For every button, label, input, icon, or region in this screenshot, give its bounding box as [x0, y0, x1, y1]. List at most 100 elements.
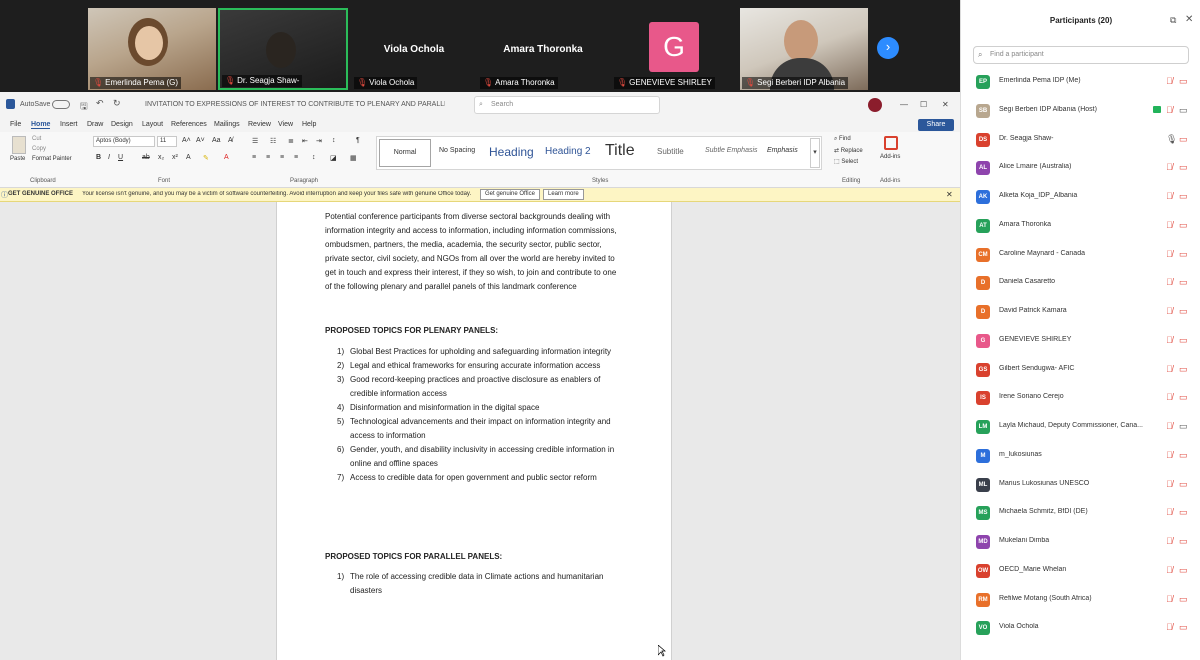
mic-muted-icon[interactable]: 🎙̸: [1166, 364, 1173, 374]
style-emphasis[interactable]: Emphasis: [767, 147, 798, 154]
mic-muted-icon[interactable]: 🎙̸: [1166, 479, 1173, 489]
popout-icon[interactable]: ⧉: [1170, 15, 1176, 26]
change-case-icon[interactable]: Aa: [212, 137, 221, 144]
underline-icon[interactable]: U: [118, 154, 123, 161]
next-page-button[interactable]: ›: [877, 37, 899, 59]
autosave-toggle[interactable]: AutoSave: [20, 101, 50, 108]
camera-off-icon[interactable]: ▭: [1179, 507, 1188, 518]
camera-off-icon[interactable]: ▭: [1179, 277, 1188, 288]
text-effects-icon[interactable]: A: [186, 154, 191, 161]
camera-off-icon[interactable]: ▭: [1179, 335, 1188, 346]
camera-off-icon[interactable]: ▭: [1179, 134, 1188, 145]
mic-muted-icon[interactable]: 🎙̸: [1166, 507, 1173, 517]
menu-references[interactable]: References: [171, 121, 207, 128]
camera-off-icon[interactable]: ▭: [1179, 220, 1188, 231]
paste-icon[interactable]: [12, 136, 26, 154]
font-name-select[interactable]: Aptos (Body): [93, 136, 155, 147]
video-tile-2[interactable]: 🎙 Dr. Seagja Shaw-: [218, 8, 348, 90]
paste-button[interactable]: Paste: [10, 156, 25, 162]
increase-indent-icon[interactable]: ⇥: [316, 137, 322, 145]
mic-muted-icon[interactable]: 🎙̸: [1166, 220, 1173, 230]
participant-row[interactable]: RM Refilwe Motang (South Africa) 🎙̸ ▭: [961, 586, 1200, 615]
align-left-icon[interactable]: ≡: [252, 154, 256, 161]
addins-button[interactable]: Add-ins: [880, 154, 900, 160]
strikethrough-icon[interactable]: ab: [142, 154, 150, 161]
video-tile-1[interactable]: 🎙 Emerlinda Pema (G): [88, 8, 216, 90]
participant-row[interactable]: GS Gilbert Sendugwa- AFIC 🎙̸ ▭: [961, 356, 1200, 385]
highlight-icon[interactable]: ✎: [203, 154, 209, 162]
close-icon[interactable]: ✕: [946, 190, 953, 199]
camera-off-icon[interactable]: ▭: [1179, 565, 1188, 576]
participant-row[interactable]: ML Marius Lukosiunas UNESCO 🎙̸ ▭: [961, 471, 1200, 500]
learn-more-button[interactable]: Learn more: [543, 189, 584, 200]
close-icon[interactable]: ✕: [1185, 14, 1193, 25]
copy-button[interactable]: Copy: [32, 146, 46, 152]
camera-off-icon[interactable]: ▭: [1179, 364, 1188, 375]
menu-insert[interactable]: Insert: [60, 121, 78, 128]
share-button[interactable]: Share: [918, 119, 954, 131]
camera-off-icon[interactable]: ▭: [1179, 594, 1188, 605]
maximize-icon[interactable]: ☐: [920, 100, 927, 109]
subscript-icon[interactable]: x₂: [158, 154, 164, 161]
minimize-icon[interactable]: —: [900, 100, 908, 109]
borders-icon[interactable]: ▦: [350, 154, 357, 162]
get-genuine-office-button[interactable]: Get genuine Office: [480, 189, 540, 200]
mic-muted-icon[interactable]: 🎙̸: [1166, 277, 1173, 287]
menu-design[interactable]: Design: [111, 121, 133, 128]
camera-off-icon[interactable]: ▭: [1179, 479, 1188, 490]
style-normal[interactable]: Normal: [379, 139, 431, 167]
style-heading[interactable]: Heading: [489, 145, 534, 159]
participant-row[interactable]: AT Amara Thoronka 🎙̸ ▭: [961, 212, 1200, 241]
participant-row[interactable]: SB Segi Berberi IDP Albania (Host) 🎙̸ ▭: [961, 97, 1200, 126]
document-page[interactable]: Potential conference participants from d…: [276, 202, 672, 660]
mic-muted-icon[interactable]: 🎙̸: [1166, 249, 1173, 259]
participant-row[interactable]: EP Emerlinda Pema IDP (Me) 🎙̸ ▭: [961, 68, 1200, 97]
menu-mailings[interactable]: Mailings: [214, 121, 240, 128]
style-heading-2[interactable]: Heading 2: [545, 146, 591, 157]
justify-icon[interactable]: ≡: [294, 154, 298, 161]
camera-off-icon[interactable]: ▭: [1179, 536, 1188, 547]
style-title[interactable]: Title: [605, 142, 635, 160]
camera-off-icon[interactable]: ▭: [1179, 306, 1188, 317]
superscript-icon[interactable]: x²: [172, 154, 178, 161]
camera-off-icon[interactable]: ▭: [1179, 162, 1188, 173]
clear-format-icon[interactable]: A̸: [228, 137, 233, 144]
participant-row[interactable]: AK Alketa Koja_IDP_Albania 🎙̸ ▭: [961, 183, 1200, 212]
multilevel-list-icon[interactable]: ≣: [288, 137, 294, 145]
redo-icon[interactable]: ↻: [113, 98, 121, 109]
italic-icon[interactable]: I: [108, 154, 110, 161]
participant-row[interactable]: MD Mukelani Dimba 🎙̸ ▭: [961, 528, 1200, 557]
mic-muted-icon[interactable]: 🎙̸: [1166, 622, 1173, 632]
participant-row[interactable]: IS Irene Soriano Cerejo 🎙̸ ▭: [961, 384, 1200, 413]
style-no-spacing[interactable]: No Spacing: [439, 147, 475, 154]
shrink-font-icon[interactable]: A˅: [196, 137, 205, 144]
format-painter-button[interactable]: Format Painter: [32, 156, 72, 162]
cut-button[interactable]: Cut: [32, 136, 41, 142]
mic-muted-icon[interactable]: 🎙̸: [1166, 594, 1173, 604]
participant-row[interactable]: Mm_lukosiunas 🎙̸ ▭: [961, 442, 1200, 471]
video-tile-3[interactable]: Viola Ochola 🎙 Viola Ochola: [352, 8, 476, 90]
menu-help[interactable]: Help: [302, 121, 316, 128]
mic-muted-icon[interactable]: 🎙̸: [1166, 335, 1173, 345]
line-spacing-icon[interactable]: ↕: [312, 154, 316, 161]
mic-muted-icon[interactable]: 🎙̸: [1166, 105, 1173, 115]
avatar[interactable]: [868, 98, 882, 112]
save-icon[interactable]: 🖫: [80, 99, 88, 115]
participant-row[interactable]: D David Patrick Kamara 🎙̸ ▭: [961, 298, 1200, 327]
participant-row[interactable]: AL Alice Lmaire (Australia) 🎙̸ ▭: [961, 154, 1200, 183]
mic-muted-icon[interactable]: 🎙̸: [1166, 76, 1173, 86]
shading-icon[interactable]: ◪: [330, 154, 337, 162]
participant-row[interactable]: LM Layla Michaud, Deputy Commissioner, Ca…: [961, 413, 1200, 442]
video-tile-6[interactable]: 🎙 Segi Berberi IDP Albania: [740, 8, 868, 90]
select-button[interactable]: ⬚ Select: [834, 158, 858, 165]
participant-row[interactable]: DS Dr. Seagja Shaw- 🎙 ▭: [961, 126, 1200, 155]
camera-icon[interactable]: ▭: [1179, 421, 1188, 432]
font-size-select[interactable]: 11: [157, 136, 177, 147]
menu-layout[interactable]: Layout: [142, 121, 163, 128]
style-subtle-emphasis[interactable]: Subtle Emphasis: [705, 147, 758, 154]
participant-row[interactable]: MS Michaela Schmitz, BfDI (DE) 🎙̸ ▭: [961, 499, 1200, 528]
camera-off-icon[interactable]: ▭: [1179, 450, 1188, 461]
camera-icon[interactable]: ▭: [1179, 105, 1188, 116]
menu-file[interactable]: File: [10, 121, 21, 128]
menu-view[interactable]: View: [278, 121, 293, 128]
